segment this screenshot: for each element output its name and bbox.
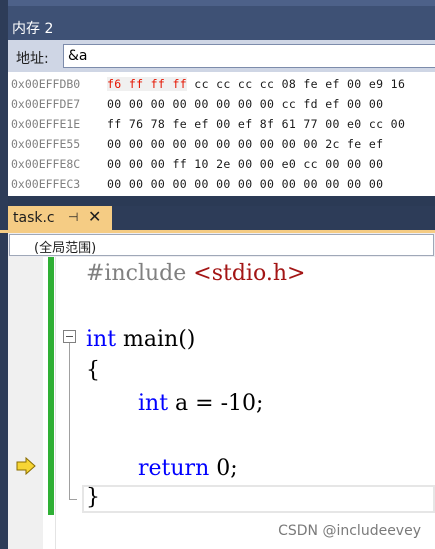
editor-tab-strip: task.c ⊣ ✕: [8, 206, 435, 232]
memory-row-bytes: cc cc cc cc 08 fe ef 00 e9 16: [187, 77, 406, 91]
keyword-int: int: [138, 391, 169, 416]
memory-row-address: 0x00EFFE8C: [11, 157, 81, 171]
declaration-rest: a = -10;: [168, 391, 264, 416]
memory-row-address: 0x00EFFEC3: [11, 177, 81, 191]
change-tracking-bar: [48, 257, 54, 515]
scope-label: (全局范围): [34, 241, 97, 256]
memory-bytes-highlighted: f6 ff ff ff: [107, 77, 188, 91]
code-line-open-brace: {: [86, 357, 100, 385]
address-bar: 地址:: [8, 40, 435, 72]
indicator-margin[interactable]: [8, 257, 43, 549]
code-line-include: #include <stdio.h>: [86, 260, 305, 288]
memory-row-address: 0x00EFFE55: [11, 137, 81, 151]
close-brace: }: [86, 485, 100, 510]
tab-title: task.c: [13, 210, 55, 226]
memory-rows[interactable]: 0x00EFFDB0 f6 ff ff ff cc cc cc cc 08 fe …: [8, 72, 435, 196]
outline-guide-end: [69, 499, 77, 500]
memory-row: 0x00EFFE8C 00 00 00 ff 10 2e 00 00 e0 cc …: [11, 154, 383, 174]
panel-separator[interactable]: [8, 196, 435, 206]
memory-row: 0x00EFFDE7 00 00 00 00 00 00 00 00 cc fd …: [11, 94, 383, 114]
memory-row-bytes: 00 00 00 00 00 00 00 00 00 00 00 00 00: [107, 177, 384, 191]
code-editor[interactable]: #include <stdio.h> int main() { int a = …: [8, 257, 435, 549]
memory-row: 0x00EFFE1E ff 76 78 fe ef 00 ef 8f 61 77 …: [11, 114, 405, 134]
memory-row-address: 0x00EFFE1E: [11, 117, 81, 131]
keyword-int: int: [86, 327, 117, 352]
address-label: 地址:: [16, 51, 49, 67]
margin-divider: [55, 257, 56, 549]
memory-row-bytes: ff 76 78 fe ef 00 ef 8f 61 77 00 e0 cc 0…: [107, 117, 406, 131]
outline-guide: [69, 343, 70, 499]
scope-bar: (全局范围): [8, 233, 435, 257]
memory-row: 0x00EFFEC3 00 00 00 00 00 00 00 00 00 00 …: [11, 174, 383, 194]
code-line-close-brace: }: [86, 484, 100, 512]
watermark: CSDN @includeevey: [278, 523, 421, 539]
code-line-return: return 0;: [138, 455, 238, 483]
main-signature: main(): [116, 327, 196, 352]
pin-icon[interactable]: ⊣: [68, 210, 78, 224]
memory-row-bytes: 00 00 00 ff 10 2e 00 00 e0 cc 00 00 00: [107, 157, 384, 171]
memory-window-title: 内存 2: [12, 21, 54, 37]
code-line-declaration: int a = -10;: [138, 390, 263, 418]
memory-window-titlebar[interactable]: 内存 2: [8, 0, 435, 40]
memory-row-bytes: 00 00 00 00 00 00 00 00 00 00 2c fe ef: [107, 137, 384, 151]
memory-window: 内存 2 地址: 0x00EFFDB0 f6 ff ff ff cc cc cc …: [8, 0, 435, 196]
collapse-toggle-icon[interactable]: [63, 330, 76, 343]
current-line-arrow-icon: [16, 457, 36, 475]
close-icon[interactable]: ✕: [88, 207, 101, 226]
include-directive: #include: [86, 261, 187, 286]
address-input[interactable]: [63, 44, 435, 68]
ide-left-strip: [0, 0, 8, 549]
tab-task-c[interactable]: task.c ⊣ ✕: [8, 206, 112, 232]
memory-row-bytes: 00 00 00 00 00 00 00 00 cc fd ef 00 00: [107, 97, 384, 111]
memory-row-address: 0x00EFFDB0: [11, 77, 81, 91]
memory-row-address: 0x00EFFDE7: [11, 97, 81, 111]
memory-row: 0x00EFFDB0 f6 ff ff ff cc cc cc cc 08 fe …: [11, 74, 405, 94]
scope-dropdown[interactable]: (全局范围): [9, 234, 434, 256]
include-file: <stdio.h>: [193, 261, 306, 286]
open-brace: {: [86, 358, 100, 383]
keyword-return: return: [138, 456, 210, 481]
code-line-main: int main(): [86, 326, 195, 354]
return-rest: 0;: [209, 456, 238, 481]
current-line-highlight: [82, 485, 435, 513]
memory-row: 0x00EFFE55 00 00 00 00 00 00 00 00 00 00 …: [11, 134, 383, 154]
